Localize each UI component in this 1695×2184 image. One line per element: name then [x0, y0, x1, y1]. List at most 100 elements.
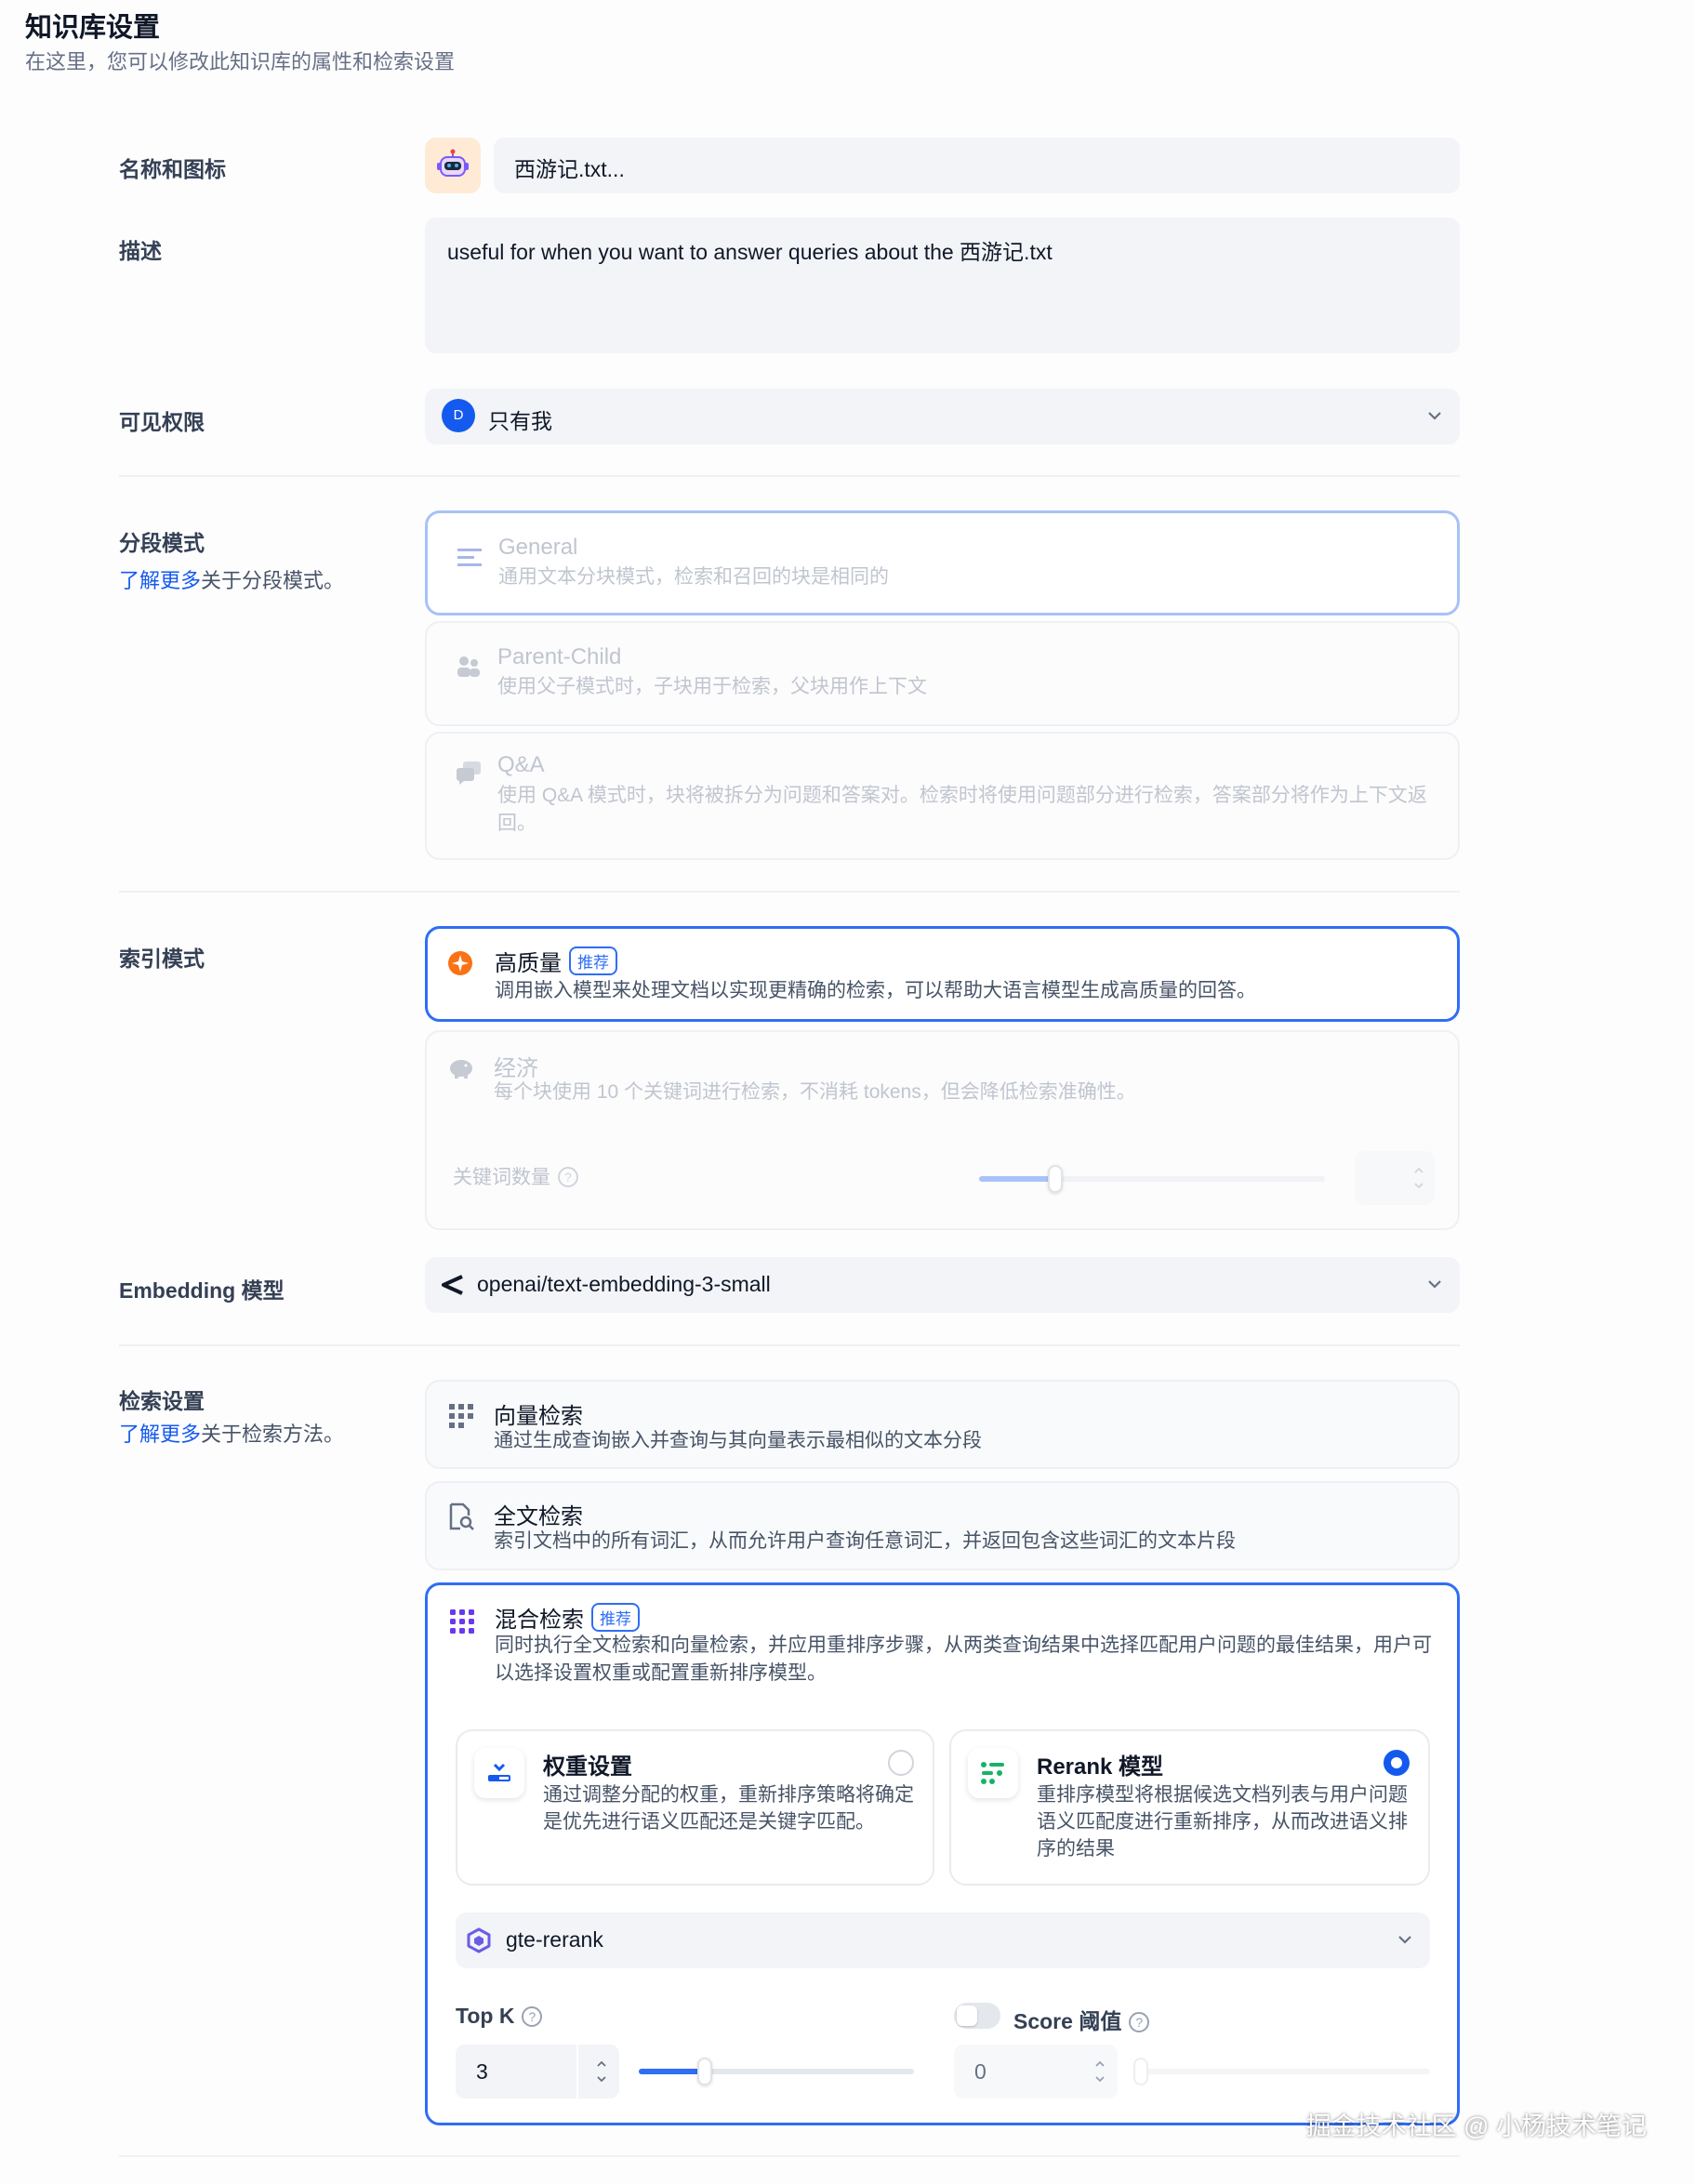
divider [119, 2155, 1460, 2157]
stepper-divider [576, 2045, 578, 2098]
weight-settings-card[interactable]: 权重设置 通过调整分配的权重，重新排序策略将确定是优先进行语义匹配还是关键字匹配… [456, 1729, 934, 1886]
learn-more-suffix: 关于分段模式。 [201, 569, 345, 592]
score-slider[interactable] [1133, 2058, 1430, 2085]
index-option-high-quality[interactable]: 高质量 推荐 调用嵌入模型来处理文档以实现更精确的检索，可以帮助大语言模型生成高质… [425, 926, 1460, 1022]
slider-thumb[interactable] [1047, 1165, 1063, 1193]
chunk-qa-desc: 使用 Q&A 模式时，块将被拆分为问题和答案对。检索时将使用问题部分进行检索，答… [497, 785, 1427, 834]
weight-radio[interactable] [888, 1750, 914, 1776]
balance-icon [488, 1763, 510, 1781]
keyword-slider[interactable] [979, 1165, 1325, 1193]
chunk-general-title: General [498, 535, 578, 560]
keyword-count-input[interactable] [1355, 1151, 1435, 1205]
document-search-icon [449, 1502, 474, 1530]
description-textarea[interactable]: useful for when you want to answer queri… [425, 218, 1460, 353]
slider-thumb[interactable] [697, 2058, 713, 2085]
high-quality-title: 高质量 推荐 [495, 945, 617, 977]
slider-fill [639, 2069, 706, 2074]
divider [119, 475, 1460, 477]
chunk-mode-label: 分段模式 [119, 531, 205, 555]
high-quality-title-text: 高质量 [495, 951, 562, 976]
divider [119, 1344, 1460, 1346]
grid-icon [450, 1609, 474, 1634]
help-icon: ? [558, 1167, 578, 1187]
learn-more-link[interactable]: 了解更多 [119, 1423, 201, 1446]
recommend-badge: 推荐 [569, 946, 617, 975]
avatar: D [442, 399, 475, 432]
hybrid-title-text: 混合检索 [495, 1608, 584, 1633]
economy-desc: 每个块使用 10 个关键词进行检索，不消耗 tokens，但会降低检索准确性。 [494, 1081, 1136, 1103]
retrieval-learn-more: 了解更多关于检索方法。 [119, 1418, 344, 1448]
page-subtitle: 在这里，您可以修改此知识库的属性和检索设置 [25, 50, 456, 73]
rerank-model-card[interactable]: Rerank 模型 重排序模型将根据候选文档列表与用户问题语义匹配度进行重新排序… [949, 1729, 1430, 1886]
description-label: 描述 [119, 239, 162, 263]
top-k-label: Top K? [456, 2004, 543, 2029]
grid-icon [449, 1404, 473, 1428]
economy-title: 经济 [494, 1056, 538, 1081]
score-input[interactable]: 0 [954, 2045, 1118, 2098]
hybrid-desc: 同时执行全文检索和向量检索，并应用重排序步骤，从两类查询结果中选择匹配用户问题的… [495, 1635, 1432, 1684]
name-input[interactable]: 西游记.txt... [494, 138, 1460, 193]
stepper-icon [1095, 2060, 1105, 2083]
keyword-count-text: 关键词数量 [453, 1167, 550, 1188]
chunk-option-parent-child[interactable]: Parent-Child 使用父子模式时，子块用于检索，父块用作上下文 [425, 621, 1460, 726]
vector-title: 向量检索 [494, 1404, 583, 1429]
description-value: useful for when you want to answer queri… [447, 240, 1053, 264]
score-text: Score 阈值 [1013, 2009, 1122, 2033]
name-label: 名称和图标 [119, 157, 226, 181]
sliders-icon [981, 1762, 1004, 1784]
rerank-model-value: gte-rerank [506, 1927, 603, 1952]
chunk-option-qa[interactable]: Q&A 使用 Q&A 模式时，块将被拆分为问题和答案对。检索时将使用问题部分进行… [425, 732, 1460, 860]
top-k-slider[interactable] [639, 2058, 914, 2085]
learn-more-link[interactable]: 了解更多 [119, 569, 201, 592]
list-icon [457, 549, 482, 566]
weight-desc: 通过调整分配的权重，重新排序策略将确定是优先进行语义匹配还是关键字匹配。 [543, 1784, 914, 1833]
learn-more-suffix: 关于检索方法。 [201, 1423, 345, 1446]
parent-child-icon [457, 656, 480, 677]
stepper-icon [597, 2060, 606, 2083]
chevron-down-icon [1428, 412, 1441, 420]
embedding-label: Embedding 模型 [119, 1278, 285, 1303]
retrieval-option-hybrid[interactable]: 混合检索 推荐 同时执行全文检索和向量检索，并应用重排序步骤，从两类查询结果中选择… [425, 1582, 1460, 2125]
rerank-radio[interactable] [1384, 1750, 1410, 1776]
chunk-parent-child-desc: 使用父子模式时，子块用于检索，父块用作上下文 [497, 676, 927, 697]
weight-title: 权重设置 [543, 1754, 632, 1780]
fulltext-title: 全文检索 [494, 1504, 583, 1529]
permission-select[interactable]: D 只有我 [425, 389, 1460, 444]
recommend-badge: 推荐 [591, 1603, 640, 1632]
permission-value: 只有我 [488, 409, 552, 433]
chevron-down-icon [1428, 1280, 1441, 1289]
chat-icon [457, 761, 481, 785]
chunk-option-general[interactable]: General 通用文本分块模式，检索和召回的块是相同的 [425, 510, 1460, 615]
chunk-qa-title: Q&A [497, 752, 545, 777]
stepper-icon [1414, 1167, 1424, 1189]
rerank-title: Rerank 模型 [1037, 1754, 1164, 1780]
score-toggle[interactable] [954, 2003, 1000, 2029]
top-k-text: Top K [456, 2004, 515, 2028]
rerank-model-select[interactable]: gte-rerank [456, 1913, 1430, 1968]
name-value: 西游记.txt... [514, 157, 625, 181]
keyword-count-label: 关键词数量? [453, 1162, 578, 1190]
slider-fill [979, 1176, 1055, 1182]
fulltext-desc: 索引文档中的所有词汇，从而允许用户查询任意词汇，并返回包含这些词汇的文本片段 [494, 1530, 1236, 1552]
retrieval-option-vector[interactable]: 向量检索 通过生成查询嵌入并查询与其向量表示最相似的文本分段 [425, 1380, 1460, 1469]
chunk-learn-more: 了解更多关于分段模式。 [119, 564, 344, 594]
index-mode-label: 索引模式 [119, 946, 205, 971]
top-k-input[interactable]: 3 [456, 2045, 619, 2098]
rerank-desc: 重排序模型将根据候选文档列表与用户问题语义匹配度进行重新排序，从而改进语义排序的… [1037, 1784, 1408, 1860]
kb-icon-button[interactable] [425, 138, 481, 193]
retrieval-label: 检索设置 [119, 1389, 205, 1413]
index-option-economy[interactable]: 经济 每个块使用 10 个关键词进行检索，不消耗 tokens，但会降低检索准确… [425, 1030, 1460, 1230]
chunk-general-desc: 通用文本分块模式，检索和召回的块是相同的 [498, 566, 889, 588]
hybrid-title: 混合检索 推荐 [495, 1601, 640, 1634]
chevron-down-icon [1398, 1936, 1411, 1944]
help-icon: ? [522, 2006, 543, 2027]
watermark: 掘金技术社区 @ 小杨技术笔记 [1305, 2112, 1647, 2140]
divider [119, 891, 1460, 893]
slider-thumb[interactable] [1133, 2058, 1148, 2085]
embedding-select[interactable]: openai/text-embedding-3-small [425, 1257, 1460, 1313]
piggy-bank-icon [450, 1060, 472, 1079]
retrieval-option-fulltext[interactable]: 全文检索 索引文档中的所有词汇，从而允许用户查询任意词汇，并返回包含这些词汇的文… [425, 1481, 1460, 1570]
vector-desc: 通过生成查询嵌入并查询与其向量表示最相似的文本分段 [494, 1430, 982, 1451]
rerank-icon-box [968, 1748, 1018, 1798]
chunk-parent-child-title: Parent-Child [497, 644, 622, 669]
